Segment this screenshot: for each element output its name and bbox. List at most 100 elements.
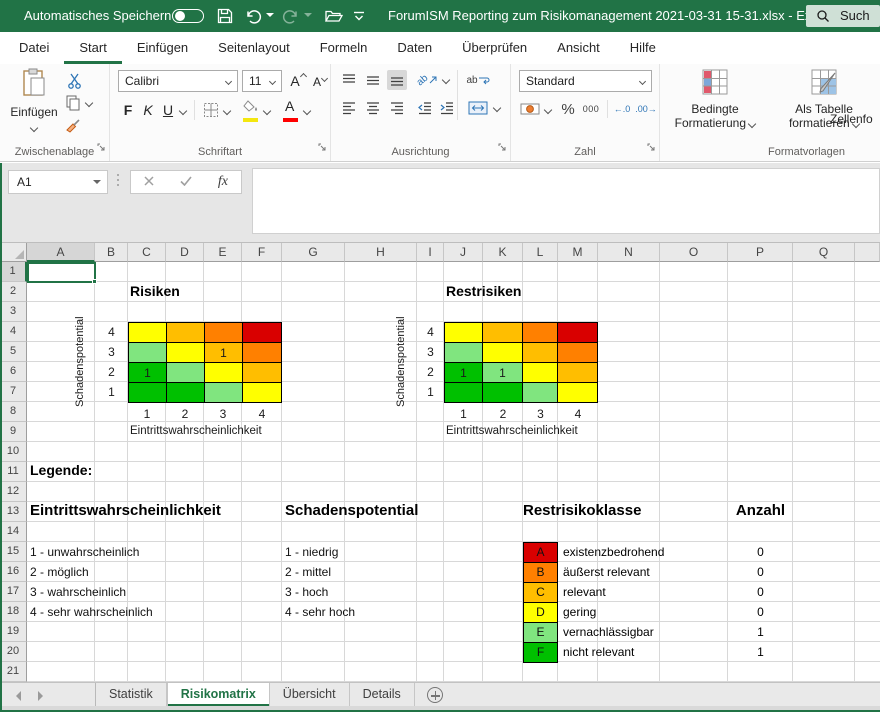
row-header-7[interactable]: 7 [0,382,27,402]
restrisiken-cell-r2c4[interactable] [558,343,597,362]
cells-area[interactable]: Risiken Restrisiken Schadenspotential Sc… [27,262,880,682]
decrease-decimal-button[interactable]: .00→ [635,100,657,118]
shrink-font-button[interactable]: A [310,72,330,92]
sheet-tab-übersicht[interactable]: Übersicht [270,683,350,706]
prev-sheet-icon[interactable] [16,691,21,701]
row-header-17[interactable]: 17 [0,582,27,602]
risiken-cell-r1c3[interactable] [205,323,242,342]
column-header-P[interactable]: P [728,243,793,262]
cut-button[interactable] [66,72,84,90]
column-header-B[interactable]: B [95,243,128,262]
open-folder-icon[interactable] [324,7,342,25]
number-format-select[interactable]: Standard [519,70,652,92]
accounting-format-button[interactable] [519,100,541,118]
font-dialog-launcher-icon[interactable] [318,139,327,157]
cancel-icon[interactable] [144,173,154,191]
clipboard-dialog-launcher-icon[interactable] [97,139,106,157]
restrisiken-cell-r1c2[interactable] [483,323,522,342]
row-header-15[interactable]: 15 [0,542,27,562]
accounting-dropdown-icon[interactable] [544,106,552,114]
row-header-20[interactable]: 20 [0,642,27,662]
formula-input[interactable] [252,168,880,234]
restrisiken-cell-r3c2[interactable]: 1 [483,363,522,382]
sheet-tab-risikomatrix[interactable]: Risikomatrix [167,683,270,706]
restrisiken-cell-r3c1[interactable]: 1 [445,363,482,382]
column-header-L[interactable]: L [523,243,558,262]
wrap-text-button[interactable]: ab [465,70,491,90]
menu-tab-seitenlayout[interactable]: Seitenlayout [203,32,305,64]
borders-button[interactable] [202,101,220,119]
font-color-dropdown-icon[interactable] [303,107,311,115]
alignment-dialog-launcher-icon[interactable] [498,139,507,157]
orientation-button[interactable]: ab [415,70,439,90]
row-header-5[interactable]: 5 [0,342,27,362]
select-all-button[interactable] [0,243,27,262]
row-header-18[interactable]: 18 [0,602,27,622]
restrisiken-cell-r4c4[interactable] [558,383,597,402]
risiken-cell-r2c1[interactable] [129,343,166,362]
align-top-button[interactable] [339,70,359,90]
column-header-partial[interactable] [855,243,880,262]
risiken-cell-r3c4[interactable] [243,363,281,382]
risiken-cell-r1c1[interactable] [129,323,166,342]
menu-tab-formeln[interactable]: Formeln [305,32,383,64]
risiken-cell-r3c2[interactable] [167,363,204,382]
risiken-cell-r1c2[interactable] [167,323,204,342]
paste-button[interactable]: Einfügen [8,68,60,146]
align-left-button[interactable] [339,98,359,118]
align-right-button[interactable] [387,98,407,118]
row-header-2[interactable]: 2 [0,282,27,302]
column-header-I[interactable]: I [417,243,444,262]
column-header-G[interactable]: G [282,243,345,262]
add-sheet-button[interactable] [415,683,455,706]
row-header-12[interactable]: 12 [0,482,27,502]
row-header-10[interactable]: 10 [0,442,27,462]
restrisiken-cell-r1c1[interactable] [445,323,482,342]
row-header-21[interactable]: 21 [0,662,27,682]
row-header-3[interactable]: 3 [0,302,27,322]
column-header-C[interactable]: C [128,243,166,262]
row-header-13[interactable]: 13 [0,502,27,522]
insert-function-button[interactable]: fx [218,174,228,190]
cell-styles-button[interactable]: Zellenfo [830,112,880,126]
menu-tab-datei[interactable]: Datei [4,32,64,64]
fill-color-dropdown-icon[interactable] [263,107,271,115]
risiken-cell-r4c1[interactable] [129,383,166,402]
align-bottom-button[interactable] [387,70,407,90]
number-dialog-launcher-icon[interactable] [647,139,656,157]
row-header-16[interactable]: 16 [0,562,27,582]
align-middle-button[interactable] [363,70,383,90]
percent-button[interactable]: % [559,98,577,120]
next-sheet-icon[interactable] [38,691,43,701]
save-icon[interactable] [216,7,234,25]
row-header-11[interactable]: 11 [0,462,27,482]
risiken-cell-r4c2[interactable] [167,383,204,402]
increase-indent-button[interactable] [437,98,457,118]
thousands-separator-button[interactable]: 000 [579,100,603,118]
restrisiken-cell-r4c3[interactable] [523,383,557,402]
sheet-tab-statistik[interactable]: Statistik [96,683,167,706]
copy-button[interactable] [64,94,82,112]
sheet-tab-details[interactable]: Details [350,683,415,706]
grow-font-button[interactable]: A [288,70,308,92]
menu-tab-start[interactable]: Start [64,32,121,64]
merge-dropdown-icon[interactable] [493,104,501,112]
column-header-E[interactable]: E [204,243,242,262]
menu-tab-hilfe[interactable]: Hilfe [615,32,671,64]
fill-color-button[interactable] [242,100,260,122]
column-header-H[interactable]: H [345,243,417,262]
row-header-9[interactable]: 9 [0,422,27,442]
undo-icon[interactable] [244,7,262,25]
orientation-dropdown-icon[interactable] [442,76,450,84]
column-header-N[interactable]: N [598,243,660,262]
font-size-select[interactable]: 11 [242,70,282,92]
format-painter-button[interactable] [64,116,82,134]
redo-dropdown-icon[interactable] [304,13,312,21]
column-header-M[interactable]: M [558,243,598,262]
row-header-14[interactable]: 14 [0,522,27,542]
risiken-cell-r3c3[interactable] [205,363,242,382]
row-header-8[interactable]: 8 [0,402,27,422]
menu-tab-einfügen[interactable]: Einfügen [122,32,203,64]
column-header-D[interactable]: D [166,243,204,262]
name-box[interactable]: A1 [8,170,108,194]
